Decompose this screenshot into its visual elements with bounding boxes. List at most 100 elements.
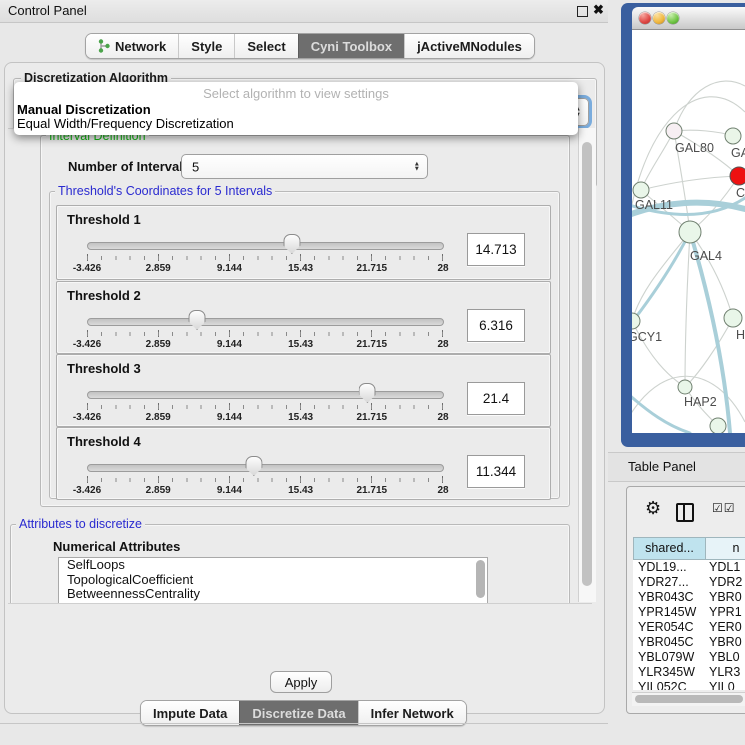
table-panel-titlebar: Table Panel <box>608 452 745 482</box>
network-node[interactable] <box>725 128 741 144</box>
network-node[interactable] <box>710 418 726 433</box>
dropdown-option-equal-width-frequency[interactable]: Equal Width/Frequency Discretization <box>17 116 234 131</box>
table-row[interactable]: YDL19... YDL1 <box>633 560 745 575</box>
list-item[interactable]: SelfLoops <box>59 558 487 573</box>
table-cell[interactable]: YDL19... <box>638 560 687 575</box>
tab-label: Style <box>191 39 222 54</box>
settings-scrollbar[interactable] <box>578 128 596 602</box>
table-row[interactable]: YDR27... YDR2 <box>633 575 745 590</box>
table-row[interactable]: YBR043C YBR0 <box>633 590 745 605</box>
slider-thumb[interactable] <box>359 383 376 403</box>
table-cell[interactable]: YER054C <box>638 620 694 635</box>
slider-tick-label: 2.859 <box>146 412 171 423</box>
threshold-value-field[interactable]: 6.316 <box>467 309 525 342</box>
network-node[interactable] <box>633 182 649 198</box>
threshold-value-field[interactable]: 21.4 <box>467 382 525 415</box>
threshold-value-field[interactable]: 11.344 <box>467 455 525 488</box>
scrollbar-thumb[interactable] <box>582 142 592 586</box>
table-cell[interactable]: YBR043C <box>638 590 694 605</box>
table-cell[interactable]: YBR0 <box>709 590 742 605</box>
table-cell[interactable]: YPR1 <box>709 605 742 620</box>
table-cell[interactable]: YPR145W <box>638 605 696 620</box>
checkbox-icons[interactable]: ☑☑ <box>712 501 736 515</box>
number-of-intervals-combobox[interactable]: 5 ▲▼ <box>181 154 428 179</box>
slider-thumb[interactable] <box>189 310 206 330</box>
table-cell[interactable]: YER0 <box>709 620 742 635</box>
slider-tick-label: 28 <box>437 485 448 496</box>
network-node-label: GAL11 <box>635 198 673 212</box>
numerical-attributes-list[interactable]: SelfLoops TopologicalCoefficient Between… <box>58 557 488 604</box>
tab-select[interactable]: Select <box>234 34 297 58</box>
screen: Control Panel ✖ Network Style Select Cyn… <box>0 0 745 745</box>
slider-tick-label: -3.426 <box>73 485 101 496</box>
tab-discretize-data[interactable]: Discretize Data <box>239 701 357 725</box>
number-of-intervals-label: Number of Intervals <box>68 159 190 174</box>
slider-tick-label: 21.715 <box>357 485 388 496</box>
network-node[interactable] <box>678 380 692 394</box>
table-cell[interactable]: YDR27... <box>638 575 689 590</box>
column-layout-icon[interactable] <box>676 503 694 522</box>
close-traffic-light[interactable] <box>639 12 651 24</box>
float-icon[interactable] <box>577 6 588 17</box>
list-item[interactable]: BetweennessCentrality <box>59 587 487 602</box>
network-node[interactable] <box>730 167 745 185</box>
column-header-shared[interactable]: shared... <box>633 537 706 560</box>
slider-tick-label: -3.426 <box>73 412 101 423</box>
table-row[interactable]: YER054C YER0 <box>633 620 745 635</box>
table-cell[interactable]: YLR345W <box>638 665 695 680</box>
tab-cyni-toolbox[interactable]: Cyni Toolbox <box>298 34 404 58</box>
network-node[interactable] <box>679 221 701 243</box>
tab-style[interactable]: Style <box>178 34 234 58</box>
slider-tick-label: 21.715 <box>357 412 388 423</box>
zoom-traffic-light[interactable] <box>667 12 679 24</box>
threshold-value-field[interactable]: 14.713 <box>467 233 525 266</box>
panel-title: Control Panel <box>8 3 87 18</box>
table-cell[interactable]: YDL1 <box>709 560 740 575</box>
tab-label: jActiveMNodules <box>417 39 522 54</box>
scrollbar-thumb[interactable] <box>635 695 743 703</box>
tab-impute-data[interactable]: Impute Data <box>141 701 239 725</box>
tab-network[interactable]: Network <box>86 34 178 58</box>
network-node-label: GA <box>731 146 745 160</box>
gear-icon[interactable]: ⚙ <box>645 498 661 519</box>
network-node[interactable] <box>666 123 682 139</box>
table-cell[interactable]: YIL0 <box>709 680 735 690</box>
tab-jactivemnodules[interactable]: jActiveMNodules <box>404 34 534 58</box>
thresholds-group-title: Threshold's Coordinates for 5 Intervals <box>55 184 275 198</box>
table-hscrollbar[interactable] <box>632 692 745 706</box>
network-node-label: GAL4 <box>690 249 722 263</box>
table-cell[interactable]: YIL052C <box>638 680 687 690</box>
minimize-traffic-light[interactable] <box>653 12 665 24</box>
tab-label: Cyni Toolbox <box>311 39 392 54</box>
table-row[interactable]: YBL079W YBL0 <box>633 650 745 665</box>
network-canvas[interactable]: GAL80GACGAL11GAL4GCY1HHAP2 <box>632 30 745 433</box>
network-node-label: HAP2 <box>684 395 717 409</box>
table-cell[interactable]: YBL079W <box>638 650 694 665</box>
network-view-window[interactable]: GAL80GACGAL11GAL4GCY1HHAP2 <box>621 3 745 447</box>
table-cell[interactable]: YBR0 <box>709 635 742 650</box>
table-row[interactable]: YBR045C YBR0 <box>633 635 745 650</box>
table-cell[interactable]: YBR045C <box>638 635 694 650</box>
network-node-label: C <box>736 186 745 200</box>
network-window-titlebar[interactable] <box>632 7 745 30</box>
table-cell[interactable]: YDR2 <box>709 575 742 590</box>
table-cell[interactable]: YBL0 <box>709 650 740 665</box>
network-node[interactable] <box>724 309 742 327</box>
tab-infer-network[interactable]: Infer Network <box>358 701 466 725</box>
table-panel-title: Table Panel <box>628 459 696 474</box>
list-scrollbar[interactable] <box>476 560 485 598</box>
column-header-name[interactable]: n <box>705 537 745 560</box>
table-cell[interactable]: YLR3 <box>709 665 740 680</box>
slider-tick-labels: -3.4262.8599.14415.4321.71528 <box>87 412 443 424</box>
close-icon[interactable]: ✖ <box>593 2 604 18</box>
slider-thumb[interactable] <box>283 234 300 254</box>
table-row[interactable]: YPR145W YPR1 <box>633 605 745 620</box>
table-row[interactable]: YIL052C YIL0 <box>633 680 745 690</box>
slider-minor-ticks <box>87 332 443 336</box>
table-row[interactable]: YLR345W YLR3 <box>633 665 745 680</box>
threshold-label: Threshold 1 <box>67 212 141 227</box>
slider-thumb[interactable] <box>245 456 262 476</box>
dropdown-option-manual-discretization[interactable]: Manual Discretization <box>17 102 151 117</box>
list-item[interactable]: TopologicalCoefficient <box>59 573 487 588</box>
apply-button[interactable]: Apply <box>270 671 332 693</box>
